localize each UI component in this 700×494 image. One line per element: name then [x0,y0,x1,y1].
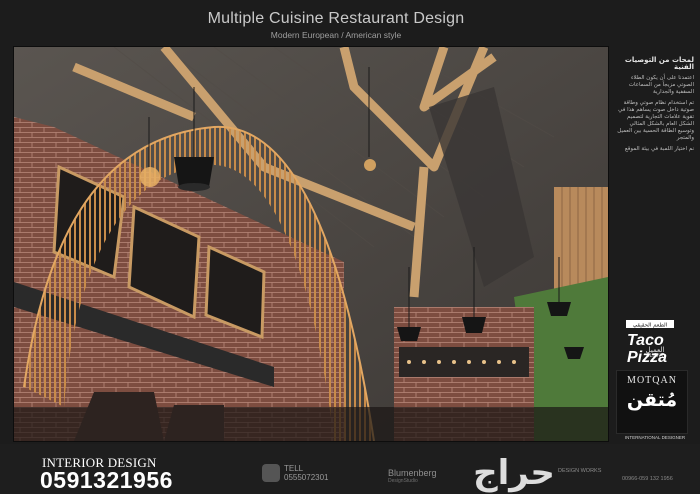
taco-pizza-logo: الطعم الحقيقي Taco Pizza [626,320,674,364]
panel-paragraph-3: نم اختيار اللمبة في بيئة الموقع [624,146,694,152]
footer-phone-number: 0591321956 [40,467,173,493]
footer-design-works: DESIGN WORKS [558,468,602,474]
footer-bottom-number: 00966-059 132 1956 [622,476,673,482]
footer-brand-sub: DesignStudio [388,478,418,484]
haraj-text: حراج [473,453,555,493]
taco-line2: Pizza [627,349,667,364]
taco-line1: Taco [627,332,664,349]
footer-tel-label: TELL [284,464,304,473]
footer-tel: TELL 0555072301 [284,464,329,482]
motqan-en: MOTQAN [627,375,677,386]
designer-label: INTERNATIONAL DESIGNER [624,435,686,440]
page-subtitle: Modern European / American style [270,30,402,40]
taco-top-ar: الطعم الحقيقي [633,323,668,329]
restaurant-render-image [14,47,608,441]
footer-tel-number: 0555072301 [284,473,329,482]
page: Multiple Cuisine Restaurant Design Moder… [0,0,700,494]
page-title: Multiple Cuisine Restaurant Design [207,10,465,27]
whatsapp-icon [262,464,280,482]
render-illustration [14,47,608,441]
footer-brand: Blumenberg [388,468,437,478]
motqan-logo: MOTQAN مُتقن [616,370,688,434]
panel-paragraph-1: اعتمدنا على أن يكون الطلاء الصوتي مزيجاً… [628,75,694,95]
panel-heading: لمحات من التوصيات الفنية [624,56,694,71]
panel-paragraph-2: تم استخدام نظام صوتي وطاقة صوتية داخل صو… [617,100,694,141]
haraj-watermark-logo: حراج [473,453,555,493]
motqan-ar: مُتقن [626,389,678,411]
